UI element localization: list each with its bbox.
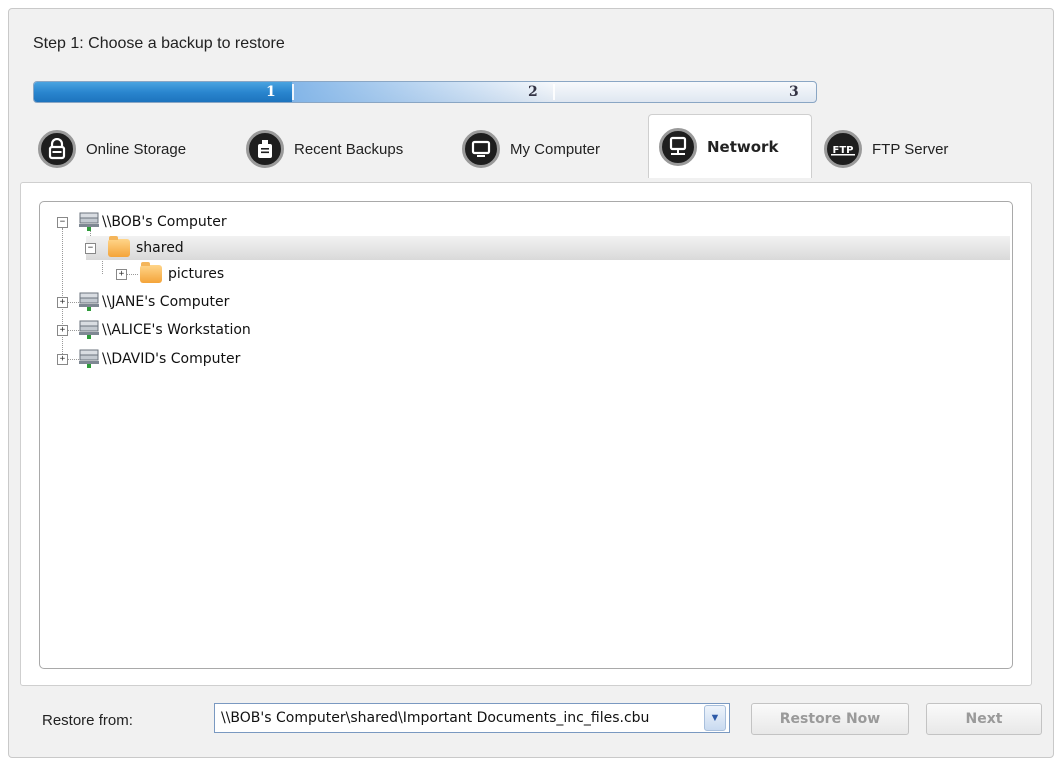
restore-from-label: Restore from: bbox=[42, 712, 133, 729]
tab-network[interactable]: Network bbox=[648, 114, 812, 178]
step-title: Step 1: Choose a backup to restore bbox=[33, 35, 285, 52]
tree-node-label: \\JANE's Computer bbox=[102, 294, 230, 310]
network-computer-icon bbox=[78, 292, 100, 312]
progress-fill bbox=[34, 82, 292, 102]
tree-node-pictures[interactable]: pictures bbox=[140, 262, 224, 286]
progress-fade bbox=[292, 82, 552, 102]
ftp-icon: FTP bbox=[824, 130, 862, 168]
tree-node-david-computer[interactable]: \\DAVID's Computer bbox=[78, 347, 240, 371]
tab-ftp-server[interactable]: FTP FTP Server bbox=[824, 126, 948, 172]
lock-icon bbox=[38, 130, 76, 168]
restore-now-button[interactable]: Restore Now bbox=[751, 703, 909, 735]
tab-label: Network bbox=[707, 137, 779, 156]
tab-label: Recent Backups bbox=[294, 140, 404, 158]
tree-node-label: shared bbox=[136, 240, 184, 256]
tree-line bbox=[126, 274, 138, 275]
tree-node-label: \\DAVID's Computer bbox=[102, 351, 241, 367]
tree-node-label: \\ALICE's Workstation bbox=[102, 322, 251, 338]
tree-node-shared[interactable]: shared bbox=[108, 236, 184, 260]
expand-toggle[interactable]: + bbox=[57, 297, 68, 308]
progress-step-3: 3 bbox=[789, 84, 799, 100]
step-progress-bar: 1 2 3 bbox=[33, 81, 817, 103]
tab-my-computer[interactable]: My Computer bbox=[462, 126, 600, 172]
chevron-down-icon[interactable]: ▼ bbox=[704, 705, 726, 731]
progress-divider bbox=[292, 84, 294, 100]
network-computer-icon bbox=[78, 212, 100, 232]
collapse-toggle[interactable]: − bbox=[57, 217, 68, 228]
monitor-icon bbox=[462, 130, 500, 168]
tab-label: My Computer bbox=[510, 140, 601, 158]
network-computer-icon bbox=[78, 320, 100, 340]
briefcase-icon bbox=[246, 130, 284, 168]
progress-divider bbox=[553, 84, 555, 100]
tree-node-alice-workstation[interactable]: \\ALICE's Workstation bbox=[78, 318, 251, 342]
tab-online-storage[interactable]: Online Storage bbox=[38, 126, 186, 172]
expand-toggle[interactable]: + bbox=[116, 269, 127, 280]
expand-toggle[interactable]: + bbox=[57, 325, 68, 336]
expand-toggle[interactable]: + bbox=[57, 354, 68, 365]
folder-icon bbox=[140, 262, 162, 283]
tree-node-label: \\BOB's Computer bbox=[102, 214, 227, 230]
source-tabs: Online Storage Recent Backups My Compute… bbox=[24, 114, 1024, 184]
tree-node-bob-computer[interactable]: \\BOB's Computer bbox=[78, 210, 227, 234]
next-button[interactable]: Next bbox=[926, 703, 1042, 735]
progress-step-1: 1 bbox=[266, 84, 276, 100]
tab-recent-backups[interactable]: Recent Backups bbox=[246, 126, 403, 172]
tab-label: FTP Server bbox=[872, 140, 949, 158]
tree-node-label: pictures bbox=[168, 266, 225, 282]
network-monitor-icon bbox=[659, 127, 697, 166]
progress-step-2: 2 bbox=[528, 84, 538, 100]
restore-from-select[interactable]: \\BOB's Computer\shared\Important Docume… bbox=[214, 703, 730, 733]
network-tree[interactable]: − \\BOB's Computer − shared + pictures +… bbox=[39, 201, 1013, 669]
tree-row-selected bbox=[86, 236, 1010, 260]
collapse-toggle[interactable]: − bbox=[85, 243, 96, 254]
tree-node-jane-computer[interactable]: \\JANE's Computer bbox=[78, 290, 229, 314]
tab-label: Online Storage bbox=[86, 140, 187, 158]
restore-from-value: \\BOB's Computer\shared\Important Docume… bbox=[221, 710, 650, 726]
tree-line bbox=[62, 228, 63, 360]
network-computer-icon bbox=[78, 349, 100, 369]
folder-icon bbox=[108, 236, 130, 257]
network-panel: − \\BOB's Computer − shared + pictures +… bbox=[20, 182, 1032, 686]
